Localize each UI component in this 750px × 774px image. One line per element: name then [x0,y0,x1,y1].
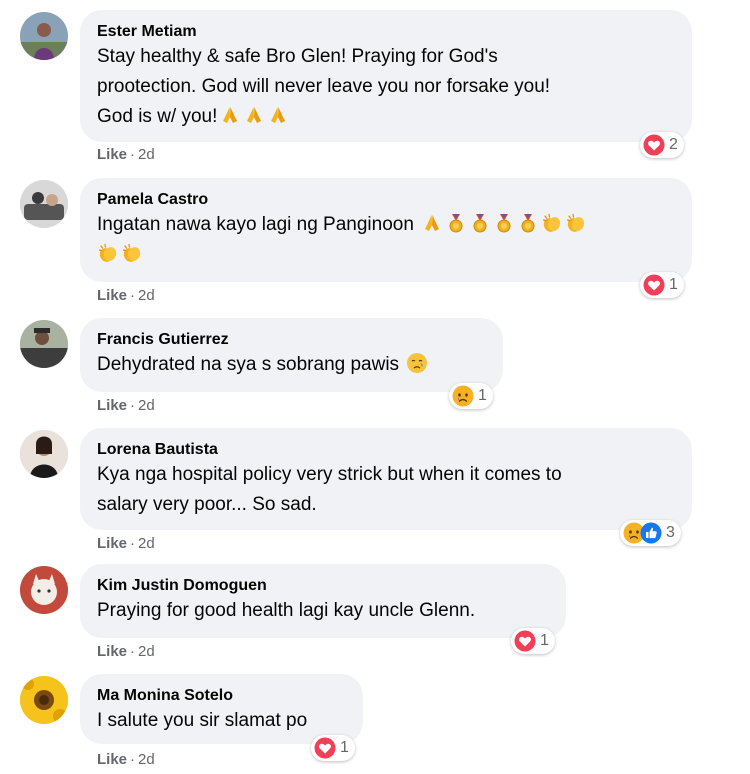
medal-emoji-icon [517,212,539,234]
comment-text-line: prootection. God will never leave you no… [97,76,551,97]
comment-text-line: Kya nga hospital policy very strick but … [97,464,562,485]
comment-meta: Like · 2d [97,643,155,660]
heart-reaction-icon [643,134,665,156]
like-button[interactable]: Like [97,146,127,163]
like-button[interactable]: Like [97,643,127,660]
comment-bubble: Pamela Castro Ingatan nawa kayo lagi ng … [80,178,692,282]
avatar[interactable] [20,180,68,228]
folded-hands-emoji-icon [421,212,443,234]
comment-text-line: I salute you sir slamat po [97,710,308,731]
comment-meta: Like · 2d [97,146,155,163]
avatar[interactable] [20,676,68,724]
sad-reaction-icon [452,385,474,407]
folded-hands-emoji-icon [267,104,289,126]
comment-author[interactable]: Pamela Castro [97,190,674,210]
sad-face-emoji-icon [406,352,428,374]
like-button[interactable]: Like [97,287,127,304]
reaction-count: 2 [669,136,678,153]
comment-text-line: salary very poor... So sad. [97,494,317,515]
comment-meta: Like · 2d [97,535,155,552]
comment-author[interactable]: Ester Metiam [97,22,674,42]
like-button[interactable]: Like [97,535,127,552]
avatar[interactable] [20,430,68,478]
comment-timestamp[interactable]: 2d [138,751,155,768]
comment-timestamp[interactable]: 2d [138,287,155,304]
comment-timestamp[interactable]: 2d [138,146,155,163]
comment-bubble: Kim Justin Domoguen Praying for good hea… [80,564,566,638]
comment-text-line: God is w/ you! [97,102,674,132]
reaction-count: 1 [340,739,349,756]
heart-reaction-icon [643,274,665,296]
comment-meta: Like · 2d [97,751,155,768]
medal-emoji-icon [493,212,515,234]
clapping-hands-emoji-icon [121,242,143,264]
comment-text-line [97,240,674,270]
comment-timestamp[interactable]: 2d [138,397,155,414]
reaction-count: 1 [540,632,549,649]
comment-text-line: Dehydrated na sya s sobrang pawis [97,350,485,380]
comment-text-line: Stay healthy & safe Bro Glen! Praying fo… [97,46,498,67]
reaction-summary[interactable]: 1 [511,628,555,654]
comment-timestamp[interactable]: 2d [138,643,155,660]
comment-bubble: Ester Metiam Stay healthy & safe Bro Gle… [80,10,692,142]
reaction-count: 1 [669,276,678,293]
medal-emoji-icon [445,212,467,234]
like-button[interactable]: Like [97,397,127,414]
comment-bubble: Francis Gutierrez Dehydrated na sya s so… [80,318,503,392]
medal-emoji-icon [469,212,491,234]
like-button[interactable]: Like [97,751,127,768]
reaction-summary[interactable]: 2 [640,132,684,158]
heart-reaction-icon [314,737,336,759]
avatar[interactable] [20,566,68,614]
comment-author[interactable]: Kim Justin Domoguen [97,576,548,596]
folded-hands-emoji-icon [243,104,265,126]
comment-meta: Like · 2d [97,287,155,304]
reaction-summary[interactable]: 1 [311,735,355,761]
avatar[interactable] [20,12,68,60]
clapping-hands-emoji-icon [565,212,587,234]
comment-timestamp[interactable]: 2d [138,535,155,552]
comment-author[interactable]: Lorena Bautista [97,440,674,460]
clapping-hands-emoji-icon [97,242,119,264]
comment-text-line: Praying for good health lagi kay uncle G… [97,600,476,621]
reaction-summary[interactable]: 1 [640,272,684,298]
comment-text-line: Ingatan nawa kayo lagi ng Panginoon [97,210,674,240]
reaction-summary[interactable]: 3 [620,520,681,546]
heart-reaction-icon [514,630,536,652]
clapping-hands-emoji-icon [541,212,563,234]
comment-author[interactable]: Francis Gutierrez [97,330,485,350]
comment-bubble: Ma Monina Sotelo I salute you sir slamat… [80,674,363,744]
like-reaction-icon [640,522,662,544]
reaction-count: 3 [666,524,675,541]
comment-author[interactable]: Ma Monina Sotelo [97,686,345,706]
avatar[interactable] [20,320,68,368]
reaction-summary[interactable]: 1 [449,383,493,409]
folded-hands-emoji-icon [219,104,241,126]
reaction-count: 1 [478,387,487,404]
comment-meta: Like · 2d [97,397,155,414]
comment-bubble: Lorena Bautista Kya nga hospital policy … [80,428,692,530]
